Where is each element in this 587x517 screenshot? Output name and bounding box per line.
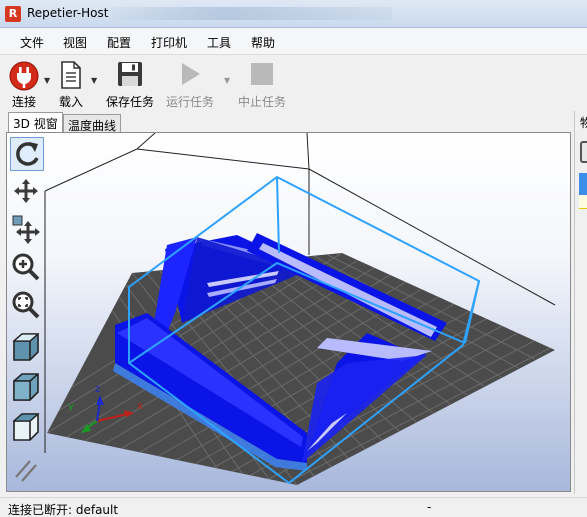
- menu-config[interactable]: 配置: [107, 34, 131, 51]
- object-panel-button[interactable]: [580, 141, 587, 163]
- tab-3d-view[interactable]: 3D 视窗: [8, 112, 63, 133]
- zoom-fit-icon: [12, 291, 40, 319]
- cube-wire-icon: [12, 413, 40, 441]
- view-tools-strip: [7, 133, 47, 491]
- run-dropdown-icon[interactable]: ▼: [224, 76, 230, 85]
- connect-button[interactable]: 连接: [4, 57, 44, 109]
- stop-job-button[interactable]: 中止任务: [236, 57, 288, 109]
- connect-dropdown-icon[interactable]: ▼: [44, 76, 50, 85]
- menu-printer[interactable]: 打印机: [151, 34, 187, 51]
- parallel-lines-icon: [15, 460, 37, 482]
- axis-z-label: z: [95, 384, 100, 395]
- floppy-disk-icon: [118, 62, 142, 86]
- load-button[interactable]: 载入: [54, 57, 88, 109]
- zoom-in-icon: [12, 253, 40, 281]
- load-dropdown-icon[interactable]: ▼: [91, 76, 97, 85]
- run-job-label: 运行任务: [165, 95, 214, 109]
- fit-view-button[interactable]: [10, 289, 44, 323]
- menu-file[interactable]: 文件: [20, 34, 44, 51]
- save-job-button[interactable]: 保存任务: [104, 57, 156, 109]
- axis-y-label: y: [68, 401, 74, 412]
- connection-status: 连接已断开: default: [8, 503, 119, 517]
- parallel-projection-button[interactable]: [10, 453, 44, 487]
- menu-tools[interactable]: 工具: [207, 34, 231, 51]
- menu-bar: 文件 视图 配置 打印机 工具 帮助: [0, 28, 587, 55]
- object-list-selected-item[interactable]: [579, 173, 587, 195]
- stop-icon: [251, 63, 273, 85]
- object-panel: 物: [574, 111, 587, 494]
- connect-label: 连接: [11, 95, 36, 109]
- 3d-viewport[interactable]: x y z: [6, 132, 571, 492]
- load-label: 载入: [58, 95, 83, 109]
- blurred-title-region: [112, 7, 392, 20]
- menu-view[interactable]: 视图: [63, 34, 87, 51]
- zoom-button[interactable]: [10, 251, 44, 285]
- move-arrows-icon: [14, 179, 38, 203]
- object-list-item[interactable]: [579, 195, 587, 209]
- status-bar: 连接已断开: default -: [0, 497, 587, 517]
- save-job-label: 保存任务: [105, 95, 154, 109]
- run-job-button[interactable]: 运行任务: [164, 57, 216, 109]
- move-object-icon: [12, 215, 40, 244]
- object-panel-label: 物: [580, 116, 587, 130]
- plug-icon: [9, 61, 39, 91]
- menu-help[interactable]: 帮助: [251, 34, 275, 51]
- stop-job-label: 中止任务: [237, 95, 286, 109]
- window-title: Repetier-Host: [27, 6, 109, 20]
- move-object-button[interactable]: [10, 213, 44, 247]
- front-view-button[interactable]: [10, 371, 44, 405]
- rotate-view-button[interactable]: [10, 137, 44, 171]
- rotate-icon: [16, 142, 39, 166]
- isometric-view-button[interactable]: [10, 331, 44, 365]
- main-toolbar: 连接 ▼ 载入 ▼ 保存任务 运行任务 ▼ 中止任务: [0, 55, 587, 111]
- title-bar: R Repetier-Host: [0, 0, 587, 28]
- document-icon: [61, 61, 81, 89]
- status-separator: -: [427, 500, 432, 514]
- 3d-scene[interactable]: x y z: [7, 133, 570, 491]
- top-view-button[interactable]: [10, 411, 44, 445]
- cube-iso-icon: [12, 333, 40, 361]
- move-view-button[interactable]: [10, 175, 44, 209]
- tab-temperature-curve[interactable]: 温度曲线: [63, 114, 122, 133]
- view-tabs: 3D 视窗 温度曲线: [0, 111, 574, 133]
- axis-x-label: x: [137, 401, 143, 412]
- repetier-logo-icon: R: [5, 6, 21, 22]
- cube-front-icon: [13, 373, 39, 401]
- play-icon: [182, 63, 200, 85]
